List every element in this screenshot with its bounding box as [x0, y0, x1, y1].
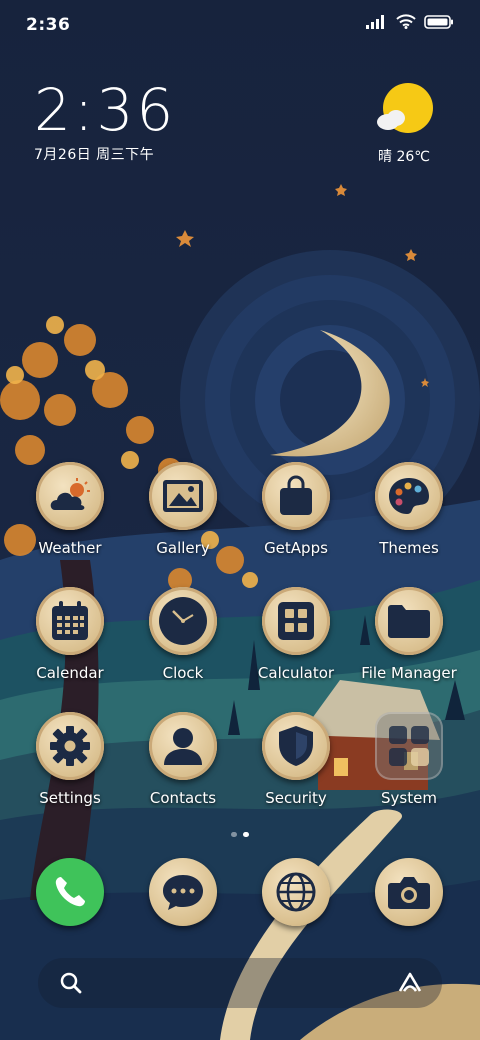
search-bar[interactable] — [38, 958, 442, 1008]
page-indicator — [0, 832, 480, 837]
weather-icon — [50, 478, 90, 510]
app-themes[interactable]: Themes — [353, 462, 465, 557]
palette-icon — [389, 478, 429, 514]
gallery-icon — [163, 480, 203, 512]
calendar-icon — [52, 601, 88, 640]
dock-browser[interactable] — [262, 858, 330, 926]
gear-icon — [50, 726, 90, 766]
sun-cloud-icon — [377, 83, 433, 133]
app-label: System — [381, 789, 437, 807]
app-calculator[interactable]: Calculator — [240, 587, 352, 682]
page-dot-active[interactable] — [243, 832, 249, 837]
status-time: 2:36 — [26, 15, 71, 35]
app-gallery[interactable]: Gallery — [127, 462, 239, 557]
app-file-manager[interactable]: File Manager — [353, 587, 465, 682]
wifi-icon — [396, 14, 416, 29]
weather-text: 晴 26℃ — [378, 149, 430, 165]
dock-messages[interactable] — [149, 858, 217, 926]
folder-icon — [388, 605, 430, 638]
app-clock[interactable]: Clock — [127, 587, 239, 682]
app-weather[interactable]: Weather — [14, 462, 126, 557]
dock-camera[interactable] — [375, 858, 443, 926]
app-label: File Manager — [361, 664, 457, 682]
app-label: Calculator — [257, 664, 335, 682]
app-settings[interactable]: Settings — [14, 712, 126, 807]
app-label: Settings — [39, 789, 101, 807]
clock-icon — [159, 597, 207, 645]
assistant-icon[interactable] — [396, 971, 424, 995]
weather-widget[interactable]: 晴 26℃ — [364, 80, 444, 166]
app-label: Clock — [162, 664, 204, 682]
dock-phone[interactable] — [36, 858, 104, 926]
app-label: Contacts — [149, 789, 217, 807]
app-security[interactable]: Security — [240, 712, 352, 807]
app-label: Calendar — [36, 664, 104, 682]
app-label: GetApps — [264, 539, 328, 557]
status-bar: 2:36 — [0, 0, 480, 50]
app-label: Weather — [38, 539, 102, 557]
app-getapps[interactable]: GetApps — [240, 462, 352, 557]
app-label: Gallery — [156, 539, 210, 557]
app-label: Security — [265, 789, 327, 807]
calculator-icon — [278, 602, 314, 640]
camera-icon — [388, 877, 430, 909]
person-icon — [164, 728, 202, 765]
search-icon[interactable] — [60, 972, 82, 994]
app-label: Themes — [379, 539, 439, 557]
system-folder-icon — [389, 726, 429, 766]
signal-icon — [366, 14, 384, 29]
messages-icon — [163, 875, 203, 910]
app-system[interactable]: System — [353, 712, 465, 807]
battery-icon — [424, 14, 453, 29]
phone-icon — [55, 877, 85, 907]
clock-widget-time: 2:36 — [34, 76, 177, 144]
page-dot[interactable] — [231, 832, 237, 837]
clock-widget[interactable]: 2:36 7月26日 周三下午 — [34, 80, 176, 164]
browser-globe-icon — [276, 872, 316, 912]
app-contacts[interactable]: Contacts — [127, 712, 239, 807]
app-calendar[interactable]: Calendar — [14, 587, 126, 682]
clock-widget-date: 7月26日 周三下午 — [34, 147, 155, 163]
shield-icon — [279, 726, 313, 766]
getapps-bag-icon — [280, 475, 312, 515]
